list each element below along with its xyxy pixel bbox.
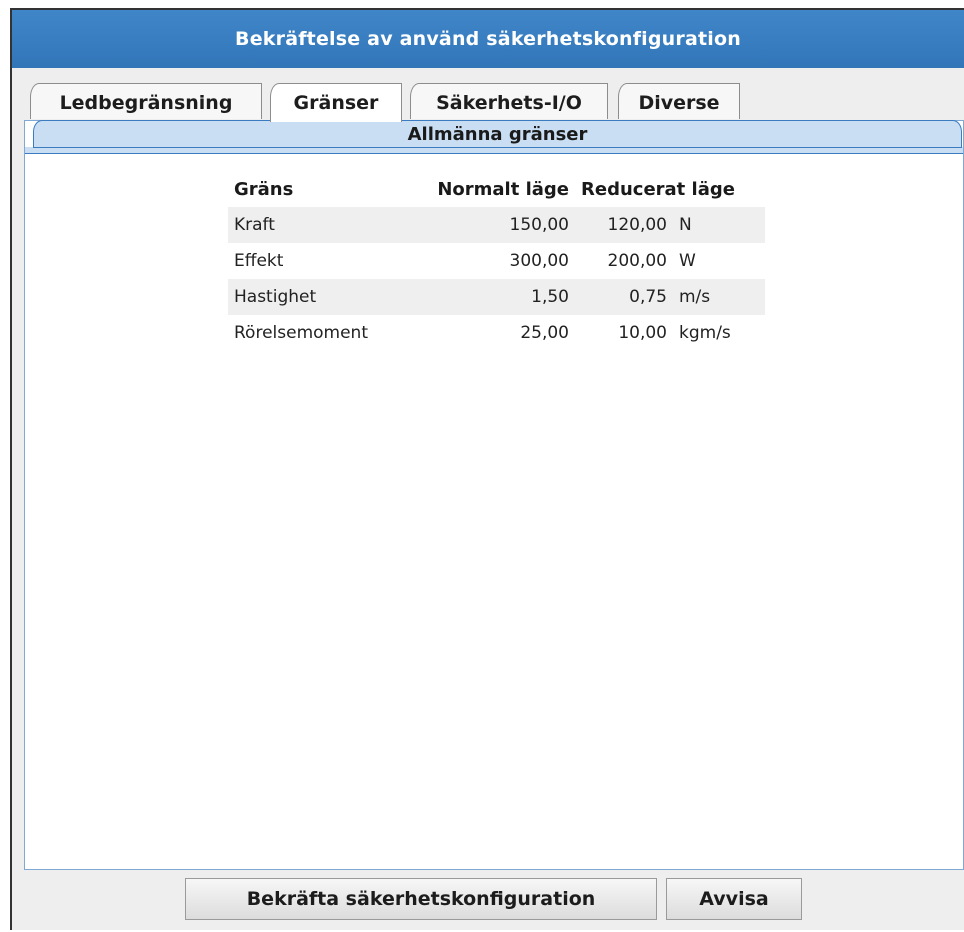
column-header-limit: Gräns <box>234 178 294 200</box>
column-header-normal-mode: Normalt läge <box>437 178 569 200</box>
table-row: Effekt 300,00 200,00 W <box>228 243 765 279</box>
unit: N <box>673 207 765 243</box>
limit-name: Kraft <box>228 207 403 243</box>
dialog-title: Bekräftelse av använd säkerhetskonfigura… <box>12 10 964 68</box>
limit-name: Effekt <box>234 251 284 271</box>
column-header-reduced-mode: Reducerat läge <box>581 178 735 200</box>
reject-button[interactable]: Avvisa <box>666 878 802 920</box>
confirm-safety-config-dialog: Bekräftelse av använd säkerhetskonfigura… <box>10 8 964 930</box>
reduced-value: 120,00 <box>575 207 673 243</box>
reduced-value: 10,00 <box>618 323 667 343</box>
normal-value: 25,00 <box>520 323 569 343</box>
limit-name: Hastighet <box>228 279 403 315</box>
normal-value: 1,50 <box>403 279 575 315</box>
limits-table: Gräns Normalt läge Reducerat läge Kraft … <box>228 171 765 351</box>
tab-joint-limits[interactable]: Ledbegränsning <box>30 83 262 119</box>
table-header-row: Gräns Normalt läge Reducerat läge <box>228 171 765 207</box>
table-row: Kraft 150,00 120,00 N <box>228 207 765 243</box>
unit: kgm/s <box>679 323 731 343</box>
subtab-general-limits[interactable]: Allmänna gränser <box>33 120 962 148</box>
reduced-value: 0,75 <box>575 279 673 315</box>
unit: W <box>679 251 696 271</box>
normal-value: 300,00 <box>509 251 569 271</box>
tab-misc[interactable]: Diverse <box>618 83 740 119</box>
button-bar: Bekräfta säkerhetskonfiguration Avvisa <box>12 870 964 932</box>
table-row: Rörelsemoment 25,00 10,00 kgm/s <box>228 315 765 351</box>
confirm-safety-config-button[interactable]: Bekräfta säkerhetskonfiguration <box>185 878 657 920</box>
tab-content-panel: Allmänna gränser Gräns Normalt läge Redu… <box>24 120 964 870</box>
table-row: Hastighet 1,50 0,75 m/s <box>228 279 765 315</box>
unit: m/s <box>673 279 765 315</box>
normal-value: 150,00 <box>403 207 575 243</box>
tab-limits[interactable]: Gränser <box>270 83 402 122</box>
reduced-value: 200,00 <box>607 251 667 271</box>
limit-name: Rörelsemoment <box>234 323 368 343</box>
tab-safety-io[interactable]: Säkerhets-I/O <box>410 83 608 119</box>
